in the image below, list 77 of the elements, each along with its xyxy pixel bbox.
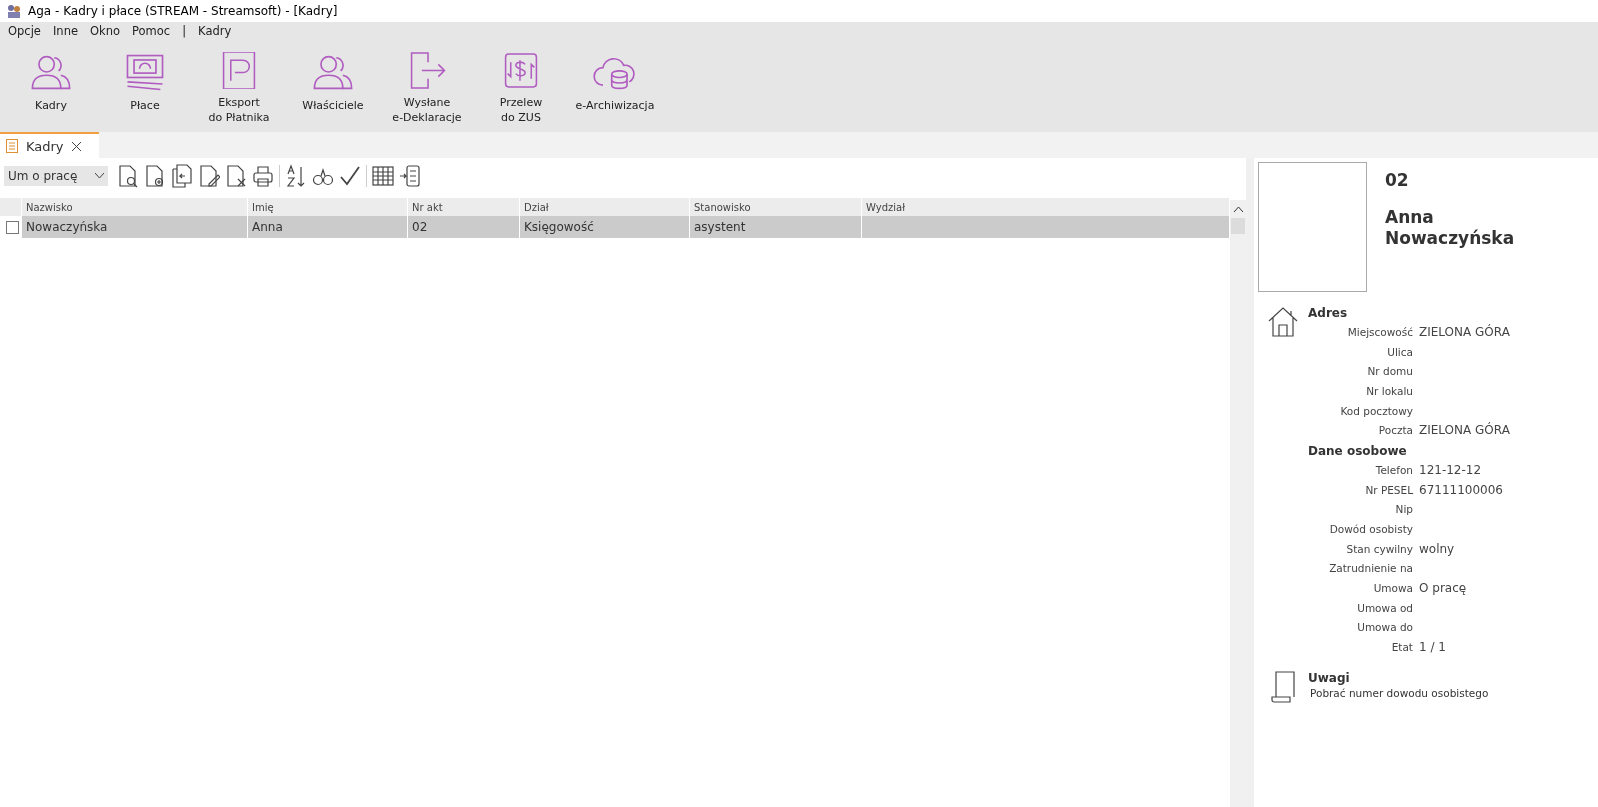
first-name: Anna (1385, 207, 1435, 228)
field-value: wolny (1419, 541, 1456, 556)
field-label: Kod pocztowy (1340, 404, 1413, 417)
filter-dropdown[interactable]: Um o pracę (4, 166, 108, 186)
document-copy-icon[interactable] (171, 164, 193, 188)
field-value: ZIELONA GÓRA (1419, 324, 1510, 339)
section-title: Adres (1308, 306, 1349, 322)
field-label: Dowód osobisty (1329, 523, 1413, 536)
field-value: O pracę (1419, 581, 1468, 596)
field-label: Umowa do (1357, 621, 1413, 634)
field-label: Umowa (1373, 582, 1413, 595)
field-value: ZIELONA GÓRA (1419, 423, 1510, 438)
field-value: 121-12-12 (1419, 462, 1483, 477)
printer-icon[interactable] (252, 164, 274, 188)
menu-item[interactable]: | (182, 24, 187, 38)
field-label: Ulica (1387, 345, 1413, 358)
document-tab[interactable]: Kadry (0, 132, 99, 158)
column-header[interactable]: Nr akt (408, 198, 520, 216)
window-title: Aga - Kadry i płace (STREAM - Streamsoft) - [Kadry] (28, 4, 338, 18)
ribbon-button[interactable]: Właściciele (286, 40, 380, 126)
menu-item[interactable]: Inne (52, 24, 78, 38)
chevron-up-icon[interactable] (1233, 206, 1243, 212)
table-cell: asystent (690, 216, 862, 238)
field-label: Etat (1391, 641, 1413, 654)
field-label: Telefon (1375, 463, 1413, 476)
table-cell: 02 (408, 216, 520, 238)
table-cell: Nowaczyńska (22, 216, 248, 238)
record-number: 02 (1385, 170, 1410, 191)
note-text: Pobrać numer dowodu osobistego (1309, 687, 1489, 699)
column-header[interactable]: Nazwisko (22, 198, 248, 216)
column-header[interactable]: Stanowisko (690, 198, 862, 216)
document-add-icon[interactable] (144, 164, 166, 188)
ribbon-button[interactable]: Płace (98, 40, 192, 126)
house-icon (1267, 306, 1299, 338)
field-label: Poczta (1378, 424, 1413, 437)
field-label: Miejscowość (1347, 325, 1413, 338)
list-move-icon[interactable] (399, 164, 421, 188)
ribbon-button[interactable]: Wysłane e-Deklaracje (380, 40, 474, 126)
row-checkbox[interactable] (6, 220, 19, 234)
table-cell: Księgowość (520, 216, 690, 238)
field-label: Stan cywilny (1346, 542, 1413, 555)
list-icon (6, 139, 18, 153)
field-label: Nr domu (1367, 365, 1413, 378)
field-label: Zatrudnienie na (1329, 562, 1413, 575)
checkmark-icon[interactable] (339, 164, 361, 188)
field-label: Nr lokalu (1366, 384, 1413, 397)
sort-icon[interactable] (285, 164, 307, 188)
field-value: 67111100006 (1419, 482, 1503, 497)
last-name: Nowaczyńska (1385, 228, 1515, 249)
scrollbar[interactable] (1230, 200, 1246, 807)
ribbon-button[interactable]: Przelew do ZUS (474, 40, 568, 126)
menu-item[interactable]: Pomoc (132, 24, 171, 38)
chevron-down-icon (95, 173, 104, 179)
document-edit-icon[interactable] (198, 164, 220, 188)
scroll-icon (1270, 671, 1296, 703)
field-label: Umowa od (1357, 601, 1413, 614)
close-icon[interactable] (71, 141, 81, 151)
section-title: Dane osobowe (1308, 444, 1408, 461)
table-grid-icon[interactable] (372, 164, 394, 188)
document-search-icon[interactable] (117, 164, 139, 188)
document-delete-icon[interactable] (225, 164, 247, 188)
section-title: Uwagi (1308, 671, 1351, 687)
column-header[interactable]: Wydział (862, 198, 1230, 216)
field-label: Nip (1395, 503, 1413, 516)
field-value: 1 / 1 (1419, 640, 1447, 655)
app-logo-icon (6, 3, 22, 19)
menu-item[interactable]: Okno (90, 24, 121, 38)
column-header[interactable]: Imię (248, 198, 408, 216)
table-cell: Anna (248, 216, 408, 238)
ribbon-button[interactable]: Kadry (4, 40, 98, 126)
menu-item[interactable]: Kadry (198, 24, 232, 38)
menu-item[interactable]: Opcje (8, 24, 41, 38)
ribbon-button[interactable]: Eksport do Płatnika (192, 40, 286, 126)
scroll-thumb[interactable] (1231, 218, 1245, 234)
field-label: Nr PESEL (1365, 483, 1413, 496)
column-header[interactable]: Dział (520, 198, 690, 216)
ribbon-button[interactable]: e-Archiwizacja (568, 40, 662, 126)
